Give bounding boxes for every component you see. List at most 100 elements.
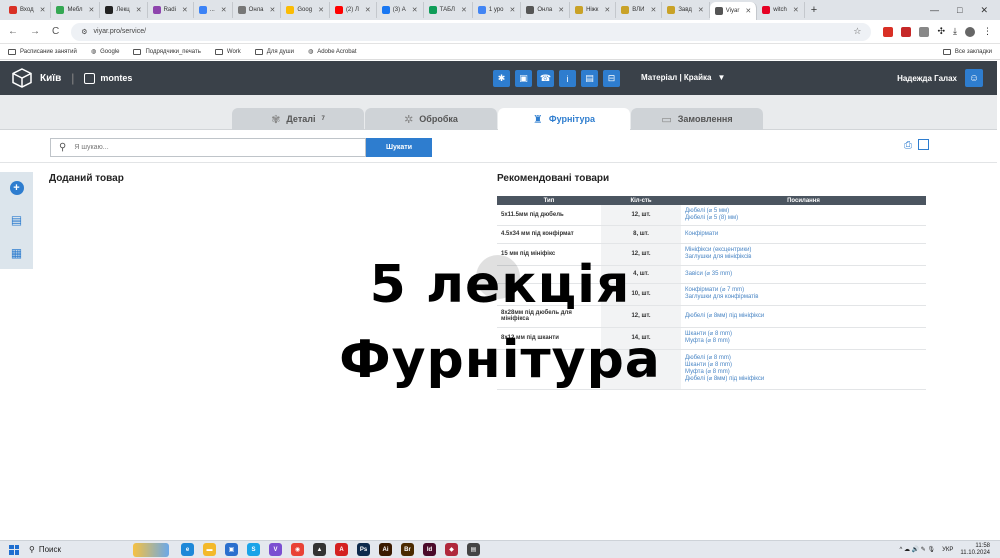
close-icon[interactable]: ✕ (461, 6, 467, 14)
new-tab-button[interactable]: + (805, 4, 823, 16)
back-button[interactable]: ← (8, 26, 18, 37)
edge-icon[interactable]: e (181, 543, 194, 556)
taskbar-search[interactable]: ⚲ Поиск (29, 545, 129, 554)
close-icon[interactable]: ✕ (318, 6, 324, 14)
windows-start-icon[interactable] (9, 544, 19, 555)
product-link[interactable]: Дюбелі (⌀ 8 mm) (685, 355, 922, 362)
extensions-puzzle-icon[interactable]: ✣ (937, 26, 945, 37)
acrobat-icon[interactable]: A (335, 543, 348, 556)
bookmark-item[interactable]: ◍ Google (91, 48, 120, 56)
acrobat-extension-icon[interactable] (901, 26, 912, 37)
store-icon[interactable]: ▣ (225, 543, 238, 556)
add-icon[interactable]: + (9, 181, 24, 196)
close-icon[interactable]: ✕ (698, 6, 704, 14)
skype-icon[interactable]: S (247, 543, 260, 556)
tab-details[interactable]: ✾ Деталі 7 (232, 108, 364, 130)
search-button[interactable]: Шукати (366, 138, 432, 157)
tray-icons[interactable]: ^ ☁ 🔊 ✎ 🎙 (899, 546, 935, 553)
close-icon[interactable]: ✕ (509, 6, 515, 14)
material-edge-menu[interactable]: Матеріал | Крайка ▼ (641, 73, 725, 82)
print-icon[interactable]: ⎙ (904, 140, 912, 151)
close-icon[interactable]: ✕ (558, 6, 564, 14)
city-selector[interactable]: Київ (40, 73, 61, 84)
download-icon[interactable]: ⤓ (953, 26, 957, 37)
browser-tab[interactable]: Radi ✕ (148, 2, 194, 18)
search-input[interactable]: ⚲ Я шукаю... (50, 138, 366, 157)
product-link[interactable]: Муфта (⌀ 8 mm) (685, 338, 922, 345)
tab-hardware[interactable]: ♜ Фурнітура (498, 108, 630, 130)
extension-icon[interactable] (919, 26, 930, 37)
user-menu[interactable]: Надежда Галах ☺ (897, 69, 983, 87)
browser-tab[interactable]: Вход ✕ (4, 2, 52, 18)
clipboard-icon[interactable]: ▦ (10, 246, 24, 260)
browser-tab[interactable]: Ніжк ✕ (570, 2, 617, 18)
close-icon[interactable]: ✕ (182, 6, 188, 14)
widgets-icon[interactable] (133, 542, 169, 557)
forward-button[interactable]: → (30, 26, 40, 37)
product-link[interactable]: Дюбелі (⌀ 8мм) під мініфікси (685, 313, 922, 320)
bookmark-item[interactable]: Work (214, 48, 241, 55)
browser-tab[interactable]: Онла ✕ (233, 2, 282, 18)
tab-order[interactable]: ▭ Замовлення (631, 108, 763, 130)
browser-tab[interactable]: Goog ✕ (281, 2, 330, 18)
close-icon[interactable]: ✕ (604, 6, 610, 14)
extension-icon[interactable] (883, 26, 894, 37)
site-info-icon[interactable]: ⚙ (81, 28, 87, 36)
browser-tab[interactable]: ТАБЛ ✕ (424, 2, 473, 18)
browser-tab[interactable]: ВЛИ ✕ (616, 2, 663, 18)
viyar-cube-logo-icon[interactable] (12, 68, 32, 88)
brand[interactable]: montes (84, 72, 132, 84)
product-link[interactable]: Муфта (⌀ 8 mm) (685, 369, 922, 376)
close-icon[interactable]: ✕ (270, 6, 276, 14)
browser-tab[interactable]: Онла ✕ (521, 2, 571, 18)
browser-tab[interactable]: Завд ✕ (662, 2, 710, 18)
gear-icon[interactable]: ✱ (493, 70, 510, 87)
all-bookmarks[interactable]: Все закладки (942, 48, 992, 55)
chrome-icon[interactable]: ◉ (291, 543, 304, 556)
file-icon[interactable]: ▤ (10, 213, 24, 227)
support-icon[interactable]: ☎ (537, 70, 554, 87)
product-link[interactable]: Шканти (⌀ 8 mm) (685, 362, 922, 369)
close-icon[interactable]: ✕ (221, 6, 227, 14)
close-icon[interactable]: ✕ (40, 6, 46, 14)
play-button[interactable] (476, 255, 520, 299)
bookmark-star-icon[interactable]: ☆ (853, 26, 861, 37)
product-link[interactable]: Дюбелі (⌀ 5 мм) (685, 208, 922, 215)
document-icon[interactable]: ▤ (581, 70, 598, 87)
maximize-button[interactable]: □ (957, 5, 962, 15)
product-link[interactable]: Заглушки для мініфіксів (685, 254, 922, 261)
language-indicator[interactable]: УКР (942, 547, 953, 553)
close-icon[interactable]: ✕ (365, 6, 371, 14)
app2-icon[interactable]: ◆ (445, 543, 458, 556)
illustrator-icon[interactable]: Ai (379, 543, 392, 556)
close-icon[interactable]: ✕ (745, 7, 751, 15)
close-icon[interactable]: ✕ (793, 6, 799, 14)
product-link[interactable]: Дюбелі (⌀ 5 (8) мм) (685, 215, 922, 222)
bookmark-item[interactable]: Подрядчики_печать (133, 48, 201, 55)
bookmark-item[interactable]: ◍ Adobe Acrobat (308, 48, 357, 56)
menu-kebab-icon[interactable]: ⋮ (983, 26, 992, 37)
close-icon[interactable]: ✕ (650, 6, 656, 14)
product-link[interactable]: Заглушки для конфірматів (685, 294, 922, 301)
tab-processing[interactable]: ✲ Обробка (365, 108, 497, 130)
close-icon[interactable]: ✕ (136, 6, 142, 14)
photoshop-icon[interactable]: Ps (357, 543, 370, 556)
bookmark-item[interactable]: Для души (254, 48, 294, 55)
profile-avatar[interactable] (965, 26, 975, 37)
close-icon[interactable]: ✕ (88, 6, 94, 14)
image-icon[interactable] (918, 139, 929, 150)
clock[interactable]: 11:58 11.10.2024 (960, 543, 990, 557)
app3-icon[interactable]: ▤ (467, 543, 480, 556)
indesign-icon[interactable]: Id (423, 543, 436, 556)
browser-tab[interactable]: Лекц ✕ (100, 2, 148, 18)
explorer-icon[interactable]: ▬ (203, 543, 216, 556)
browser-tab[interactable]: 1 уро ✕ (473, 2, 522, 18)
minimize-button[interactable]: — (930, 5, 939, 15)
browser-tab[interactable]: Мебл ✕ (51, 2, 101, 18)
browser-tab[interactable]: Viyar ✕ (709, 2, 758, 20)
bridge-icon[interactable]: Br (401, 543, 414, 556)
product-link[interactable]: Дюбелі (⌀ 8мм) під мініфікси (685, 376, 922, 383)
info-icon[interactable]: i (559, 70, 576, 87)
close-icon[interactable]: ✕ (412, 6, 418, 14)
save-icon[interactable]: ▣ (515, 70, 532, 87)
